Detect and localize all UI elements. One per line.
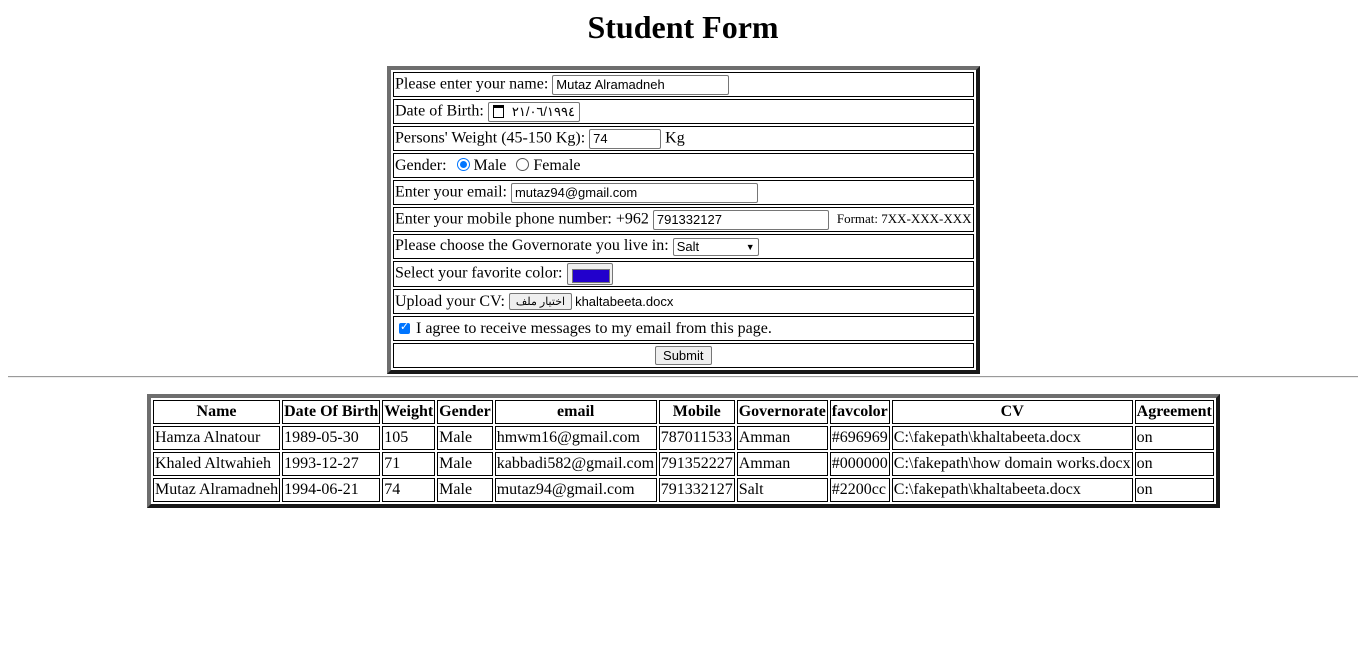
cell-gender: Male <box>437 478 493 502</box>
weight-input[interactable] <box>589 128 662 149</box>
gender-row: Gender: Male Female <box>393 153 974 178</box>
cell-governorate: Amman <box>736 426 828 450</box>
cell-weight: 74 <box>382 478 436 502</box>
email-label: Enter your email: <box>395 183 507 201</box>
gender-label: Gender: <box>395 156 447 174</box>
weight-label: Persons' Weight (45-150 Kg): <box>395 129 586 147</box>
cell-email: mutaz94@gmail.com <box>494 478 657 502</box>
cell-agreement: on <box>1134 478 1214 502</box>
cell-name: Mutaz Alramadneh <box>153 478 281 502</box>
cell-email: kabbadi582@gmail.com <box>494 452 657 476</box>
dob-value: ٢١/٠٦/١٩٩٤ <box>511 103 575 119</box>
cell-mobile: 787011533 <box>658 426 735 450</box>
table-row: Khaled Altwahieh 1993-12-27 71 Male kabb… <box>153 452 1214 476</box>
gender-male-label[interactable]: Male <box>474 157 507 174</box>
phone-format-hint: Format: 7XX-XXX-XXX <box>836 211 972 227</box>
cell-agreement: on <box>1134 452 1214 476</box>
governorate-value: Salt <box>676 239 700 255</box>
cell-gender: Male <box>437 426 493 450</box>
table-row: Mutaz Alramadneh 1994-06-21 74 Male muta… <box>153 478 1214 502</box>
cell-governorate: Salt <box>736 478 828 502</box>
students-table-wrap: Name Date Of Birth Weight Gender email M… <box>147 394 1220 508</box>
gender-female-label[interactable]: Female <box>533 157 580 174</box>
agree-row: I agree to receive messages to my email … <box>393 316 974 341</box>
cell-name: Hamza Alnatour <box>153 426 281 450</box>
cell-agreement: on <box>1134 426 1214 450</box>
email-row: Enter your email: <box>393 180 974 205</box>
submit-button[interactable]: Submit <box>655 346 712 365</box>
cell-weight: 105 <box>382 426 436 450</box>
col-header-gender: Gender <box>437 400 493 424</box>
name-row: Please enter your name: <box>393 72 974 97</box>
phone-label: Enter your mobile phone number: +962 <box>395 210 649 228</box>
col-header-dob: Date Of Birth <box>282 400 381 424</box>
color-label: Select your favorite color: <box>395 264 563 282</box>
gender-male-radio[interactable] <box>456 157 470 171</box>
phone-row: Enter your mobile phone number: +962 For… <box>393 207 974 232</box>
cell-cv: C:\fakepath\khaltabeeta.docx <box>891 478 1133 502</box>
cell-favcolor: #696969 <box>829 426 890 450</box>
cell-email: hmwm16@gmail.com <box>494 426 657 450</box>
governorate-select[interactable]: Salt ▼ <box>672 237 759 256</box>
agree-checkbox[interactable] <box>399 320 410 334</box>
cell-cv: C:\fakepath\how domain works.docx <box>891 452 1133 476</box>
submit-row: Submit <box>393 343 974 368</box>
col-header-cv: CV <box>891 400 1133 424</box>
student-form: Please enter your name: Date of Birth: ٢… <box>387 66 980 374</box>
cv-filename: khaltabeeta.docx <box>575 293 674 309</box>
governorate-row: Please choose the Governorate you live i… <box>393 234 974 259</box>
table-header-row: Name Date Of Birth Weight Gender email M… <box>153 400 1214 424</box>
calendar-icon[interactable] <box>492 105 504 118</box>
cell-dob: 1989-05-30 <box>282 426 381 450</box>
color-row: Select your favorite color: <box>393 261 974 287</box>
email-input[interactable] <box>510 182 758 203</box>
cv-row: Upload your CV: اختيار ملف khaltabeeta.do… <box>393 289 974 314</box>
weight-unit: Kg <box>665 129 685 147</box>
page-title: Student Form <box>587 9 779 45</box>
name-label: Please enter your name: <box>395 75 549 93</box>
cell-governorate: Amman <box>736 452 828 476</box>
form-table: Please enter your name: Date of Birth: ٢… <box>387 66 980 374</box>
cell-favcolor: #2200cc <box>829 478 890 502</box>
cell-name: Khaled Altwahieh <box>153 452 281 476</box>
color-picker[interactable] <box>566 263 613 285</box>
color-swatch <box>571 269 610 283</box>
col-header-governorate: Governorate <box>736 400 828 424</box>
dob-label: Date of Birth: <box>395 102 484 120</box>
students-table: Name Date Of Birth Weight Gender email M… <box>147 394 1220 508</box>
governorate-label: Please choose the Governorate you live i… <box>395 237 669 255</box>
dob-input[interactable]: ٢١/٠٦/١٩٩٤ <box>487 101 580 122</box>
cell-weight: 71 <box>382 452 436 476</box>
col-header-agreement: Agreement <box>1134 400 1214 424</box>
cell-favcolor: #000000 <box>829 452 890 476</box>
cell-mobile: 791332127 <box>658 478 735 502</box>
cell-mobile: 791352227 <box>658 452 735 476</box>
col-header-email: email <box>494 400 657 424</box>
table-row: Hamza Alnatour 1989-05-30 105 Male hmwm1… <box>153 426 1214 450</box>
col-header-mobile: Mobile <box>658 400 735 424</box>
divider <box>8 376 1358 378</box>
weight-row: Persons' Weight (45-150 Kg): Kg <box>393 126 974 151</box>
choose-file-button[interactable]: اختيار ملف <box>508 293 573 311</box>
gender-female-radio[interactable] <box>516 157 530 171</box>
chevron-down-icon: ▼ <box>745 241 755 252</box>
cell-dob: 1993-12-27 <box>282 452 381 476</box>
phone-input[interactable] <box>652 209 829 230</box>
cell-gender: Male <box>437 452 493 476</box>
col-header-name: Name <box>153 400 281 424</box>
cv-label: Upload your CV: <box>395 292 505 310</box>
cell-dob: 1994-06-21 <box>282 478 381 502</box>
name-input[interactable] <box>552 74 730 95</box>
dob-row: Date of Birth: ٢١/٠٦/١٩٩٤ <box>393 99 974 124</box>
agree-label[interactable]: I agree to receive messages to my email … <box>416 320 772 337</box>
col-header-weight: Weight <box>382 400 436 424</box>
col-header-favcolor: favcolor <box>829 400 890 424</box>
cell-cv: C:\fakepath\khaltabeeta.docx <box>891 426 1133 450</box>
